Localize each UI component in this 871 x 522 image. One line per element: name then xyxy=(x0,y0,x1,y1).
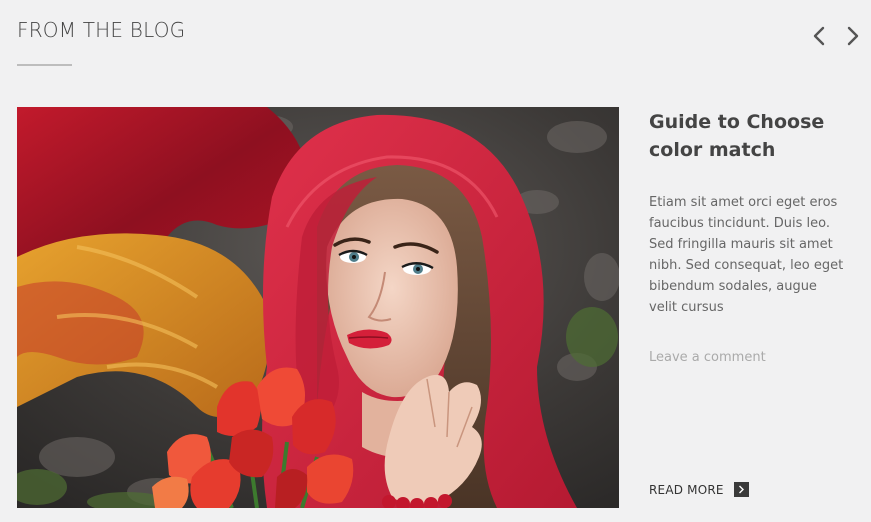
prev-button[interactable] xyxy=(809,24,831,48)
post-title[interactable]: Guide to Choose color match xyxy=(649,108,849,164)
post-excerpt: Etiam sit amet orci eget eros faucibus t… xyxy=(649,195,844,315)
title-divider xyxy=(17,64,72,66)
chevron-right-icon xyxy=(733,482,749,497)
post-photo xyxy=(17,107,619,508)
read-more-label: READ MORE xyxy=(649,482,724,497)
post-featured-image[interactable] xyxy=(17,107,619,508)
chevron-right-icon xyxy=(847,26,859,46)
blog-section: FROM THE BLOG Guide to Choose color matc… xyxy=(0,0,871,522)
leave-comment-link[interactable]: Leave a comment xyxy=(649,350,766,365)
read-more-button[interactable]: READ MORE xyxy=(649,482,749,497)
next-button[interactable] xyxy=(842,24,864,48)
chevron-left-icon xyxy=(813,26,825,46)
section-title: FROM THE BLOG xyxy=(17,18,186,42)
